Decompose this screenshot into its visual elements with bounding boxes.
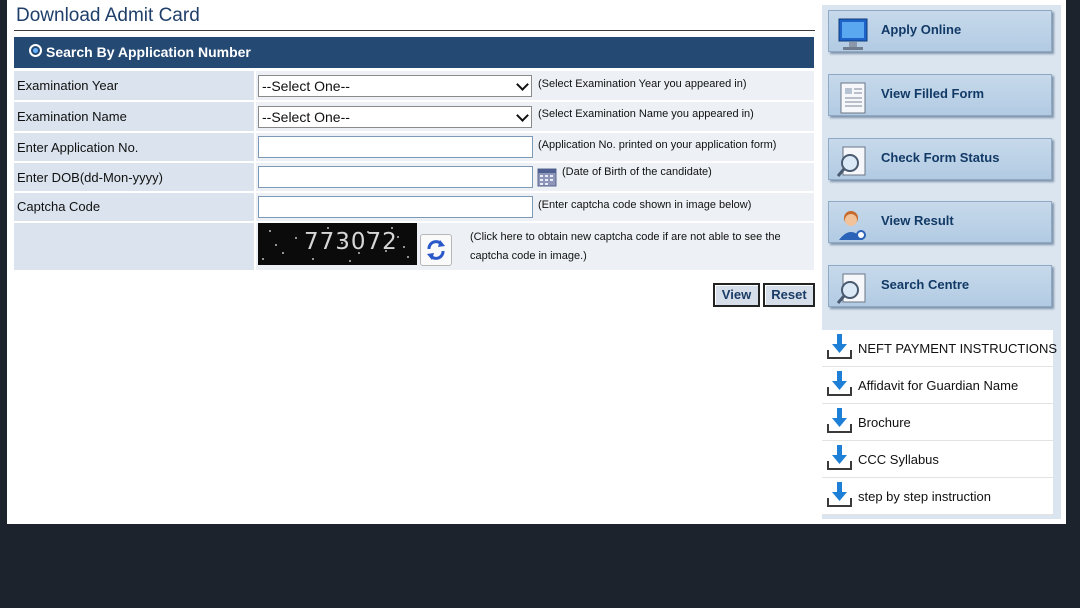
view-result-label: View Result <box>881 213 954 228</box>
page-canvas: Download Admit Card Search By Applicatio… <box>0 0 1080 608</box>
view-result-button[interactable]: View Result <box>828 201 1052 243</box>
exam-name-selected: --Select One-- <box>262 109 350 125</box>
app-no-label: Enter Application No. <box>17 140 139 155</box>
exam-name-select[interactable]: --Select One-- <box>258 106 532 128</box>
exam-year-hint: (Select Examination Year you appeared in… <box>538 78 747 90</box>
exam-name-label: Examination Name <box>17 109 127 124</box>
download-arrow-icon <box>827 482 852 507</box>
download-label: Brochure <box>858 415 911 430</box>
page-title: Download Admit Card <box>16 5 200 26</box>
form-icon <box>840 82 866 114</box>
refresh-icon <box>427 240 445 260</box>
exam-year-select[interactable]: --Select One-- <box>258 75 532 97</box>
download-arrow-icon <box>827 445 852 470</box>
check-form-status-label: Check Form Status <box>881 150 1000 165</box>
download-arrow-icon <box>827 371 852 396</box>
search-mode-radio[interactable] <box>29 44 42 57</box>
exam-year-selected: --Select One-- <box>262 78 350 94</box>
refresh-captcha-button[interactable] <box>420 234 452 266</box>
download-link[interactable]: CCC Syllabus <box>822 441 1053 478</box>
captcha-input[interactable] <box>258 196 533 218</box>
search-centre-button[interactable]: Search Centre <box>828 265 1052 307</box>
chevron-down-icon <box>516 78 529 91</box>
apply-online-label: Apply Online <box>881 22 962 37</box>
download-label: step by step instruction <box>858 489 991 504</box>
download-label: NEFT PAYMENT INSTRUCTIONS <box>858 341 1058 356</box>
magnifier-icon <box>836 146 866 177</box>
apply-online-button[interactable]: Apply Online <box>828 10 1052 52</box>
search-mode-label: Search By Application Number <box>46 44 251 60</box>
download-link[interactable]: step by step instruction <box>822 478 1053 515</box>
check-form-status-button[interactable]: Check Form Status <box>828 138 1052 180</box>
application-number-input[interactable] <box>258 136 533 158</box>
captcha-text: 773072 <box>304 229 398 255</box>
view-filled-form-label: View Filled Form <box>881 86 985 101</box>
chevron-down-icon <box>516 109 529 122</box>
search-section-header: Search By Application Number <box>14 37 814 68</box>
user-icon <box>839 211 866 240</box>
exam-name-hint: (Select Examination Name you appeared in… <box>538 108 754 120</box>
app-no-hint: (Application No. printed on your applica… <box>538 139 777 151</box>
monitor-icon <box>838 18 868 50</box>
download-arrow-icon <box>827 408 852 433</box>
download-label: Affidavit for Guardian Name <box>858 378 1019 393</box>
download-label: CCC Syllabus <box>858 452 939 467</box>
refresh-hint-line2: captcha code in image.) <box>470 250 587 262</box>
search-centre-label: Search Centre <box>881 277 970 292</box>
download-link[interactable]: NEFT PAYMENT INSTRUCTIONS <box>822 330 1057 367</box>
dob-input[interactable] <box>258 166 533 188</box>
view-filled-form-button[interactable]: View Filled Form <box>828 74 1052 116</box>
download-link[interactable]: Brochure <box>822 404 1053 441</box>
dob-hint: (Date of Birth of the candidate) <box>562 166 712 178</box>
calendar-icon[interactable] <box>537 167 557 187</box>
captcha-image: 773072 <box>258 223 417 265</box>
captcha-hint: (Enter captcha code shown in image below… <box>538 199 752 211</box>
magnifier-icon <box>836 273 866 304</box>
exam-year-label: Examination Year <box>17 78 119 93</box>
title-divider <box>14 30 815 31</box>
refresh-hint-line1: (Click here to obtain new captcha code i… <box>470 231 781 243</box>
dob-label: Enter DOB(dd-Mon-yyyy) <box>17 170 163 185</box>
captcha-label: Captcha Code <box>17 199 101 214</box>
download-arrow-icon <box>827 334 852 359</box>
view-button[interactable]: View <box>713 283 760 307</box>
reset-button[interactable]: Reset <box>763 283 815 307</box>
download-link[interactable]: Affidavit for Guardian Name <box>822 367 1053 404</box>
